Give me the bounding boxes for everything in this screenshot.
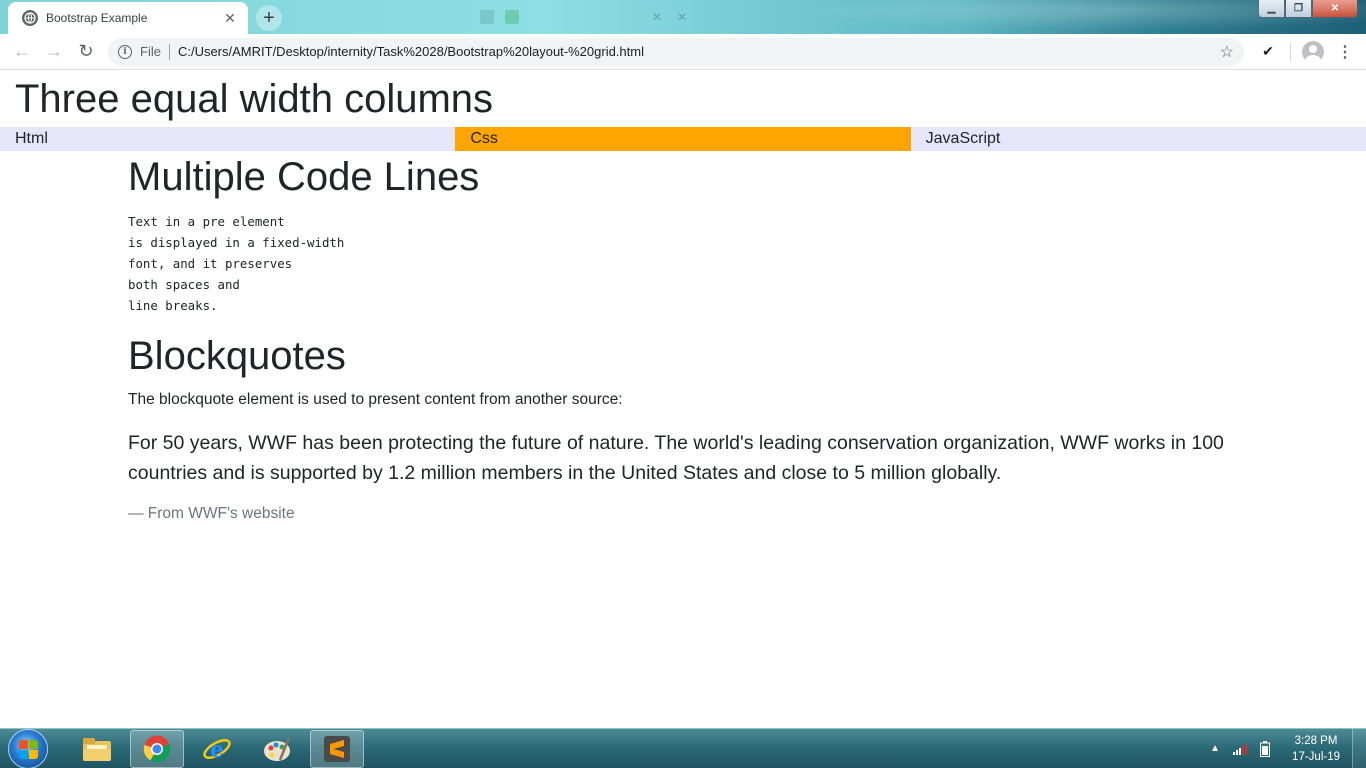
quote-text: For 50 years, WWF has been protecting th…	[128, 432, 1224, 484]
taskbar-sublime-text[interactable]	[310, 729, 364, 768]
taskbar-internet-explorer[interactable]: e	[190, 730, 244, 768]
windows-logo-icon	[29, 749, 38, 759]
code-lines-heading: Multiple Code Lines	[128, 155, 480, 199]
back-button[interactable]: ←	[6, 36, 38, 68]
pre-element: Text in a pre element is displayed in a f…	[128, 211, 1238, 316]
browser-toolbar: ← → ↻ i File C:/Users/AMRIT/Desktop/inte…	[0, 34, 1366, 70]
paint-icon	[264, 737, 291, 761]
windows-logo-icon	[19, 749, 28, 759]
windows-logo-icon	[19, 739, 28, 749]
clock-date: 17-Jul-19	[1292, 750, 1340, 763]
internet-explorer-icon: e	[203, 737, 231, 763]
three-column-row: Html Css JavaScript	[0, 127, 1366, 151]
browser-menu-icon[interactable]: ⋮	[1329, 36, 1361, 68]
system-clock[interactable]: 3:28 PM 17-Jul-19	[1292, 733, 1340, 765]
avatar-icon	[1302, 40, 1324, 63]
chrome-icon	[143, 735, 171, 762]
windows-logo-icon	[29, 739, 38, 749]
tab-close-icon[interactable]: ✕	[677, 10, 687, 24]
tab-title: Bootstrap Example	[46, 11, 148, 25]
minimize-button[interactable]: ▁	[1258, 0, 1285, 18]
pre-line: font, and it preserves	[128, 256, 293, 271]
content-container: Multiple Code Lines Text in a pre elemen…	[128, 151, 1238, 526]
taskbar-explorer[interactable]	[70, 730, 124, 768]
browser-tab-strip: Bootstrap Example ✕ + ✕ ✕ ▁ ❐ ✕	[0, 0, 1366, 34]
forward-button[interactable]: →	[38, 36, 70, 68]
extension-check-icon[interactable]: ✔	[1252, 36, 1284, 68]
system-tray: ▲ 3:28 PM 17-Jul-19	[1202, 728, 1366, 768]
info-icon[interactable]: i	[118, 44, 132, 59]
tab-favicon-icon	[480, 10, 494, 24]
sublime-text-icon	[324, 735, 350, 762]
globe-icon	[22, 10, 38, 26]
close-window-button[interactable]: ✕	[1312, 0, 1358, 18]
pre-line: both spaces and	[128, 277, 240, 292]
pre-line: is displayed in a fixed-width	[128, 235, 345, 250]
taskbar-chrome[interactable]	[130, 729, 184, 768]
blockquotes-heading: Blockquotes	[128, 334, 346, 378]
quote-footer: — From WWF's website	[128, 505, 295, 522]
windows-explorer-icon	[83, 737, 111, 761]
sheets-icon	[505, 10, 519, 24]
window-controls: ▁ ❐ ✕	[1258, 0, 1358, 18]
battery-icon[interactable]	[1260, 740, 1271, 757]
new-tab-button[interactable]: +	[256, 5, 282, 31]
show-desktop-button[interactable]	[1352, 728, 1366, 768]
divider	[1290, 41, 1291, 62]
column-css: Css	[455, 127, 911, 151]
background-tab[interactable]: ✕	[495, 4, 697, 30]
bookmark-star-icon[interactable]: ☆	[1220, 42, 1234, 62]
address-bar[interactable]: i File C:/Users/AMRIT/Desktop/internity/…	[108, 37, 1244, 66]
column-javascript: JavaScript	[910, 127, 1366, 151]
start-button[interactable]	[8, 728, 48, 768]
reload-button[interactable]: ↻	[70, 36, 102, 68]
clock-time: 3:28 PM	[1294, 734, 1338, 747]
profile-button[interactable]	[1297, 36, 1329, 68]
pre-line: Text in a pre element	[128, 214, 285, 229]
tab-close-icon[interactable]: ✕	[222, 10, 238, 27]
page-title: Three equal width columns	[15, 77, 494, 121]
tab-bootstrap-example[interactable]: Bootstrap Example ✕	[8, 2, 248, 34]
svg-text:e: e	[210, 737, 224, 763]
taskbar-paint[interactable]	[250, 730, 304, 768]
blockquote: For 50 years, WWF has been protecting th…	[128, 428, 1238, 526]
network-signal-icon[interactable]	[1232, 742, 1248, 756]
url-scheme-label: File	[140, 44, 161, 59]
show-hidden-icons-icon[interactable]: ▲	[1210, 743, 1220, 754]
pre-line: line breaks.	[128, 298, 218, 313]
blockquote-intro-text: The blockquote element is used to presen…	[128, 391, 623, 408]
windows-taskbar: e ▲ 3:28 PM 17-Jul-19	[0, 728, 1366, 768]
maximize-button[interactable]: ❐	[1285, 0, 1312, 18]
url-text[interactable]: C:/Users/AMRIT/Desktop/internity/Task%20…	[178, 44, 1220, 59]
column-html: Html	[0, 127, 456, 151]
divider	[168, 43, 170, 60]
web-page: Three equal width columns Html Css JavaS…	[0, 71, 1366, 728]
